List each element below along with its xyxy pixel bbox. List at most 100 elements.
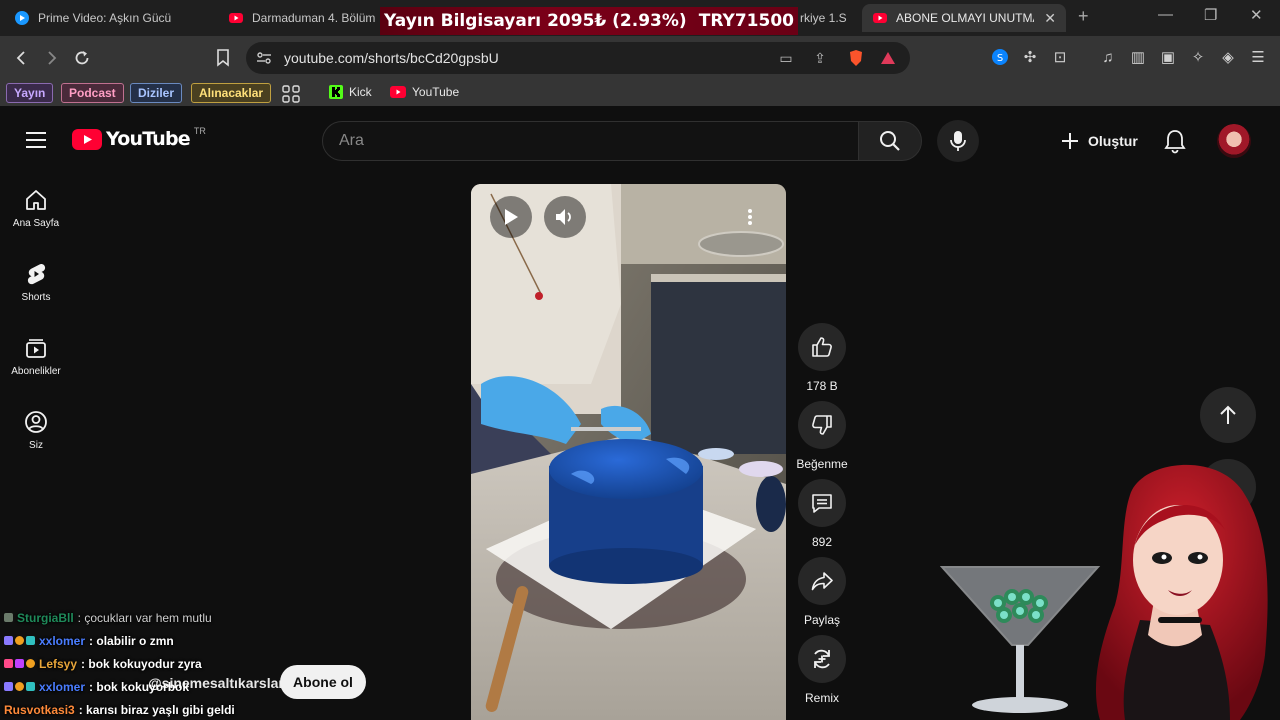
tab-title: Darmaduman 4. Bölüm	[252, 11, 376, 25]
dislike-action[interactable]: Beğenme	[796, 401, 848, 471]
more-vert-icon	[748, 209, 752, 225]
prime-video-icon	[15, 11, 29, 25]
remix-button[interactable]	[798, 635, 846, 683]
close-tab-icon[interactable]: ✕	[1044, 10, 1056, 27]
sidebar-icon[interactable]: ▥	[1128, 47, 1148, 67]
chat-text: : çocukları var hem mutlu	[77, 610, 212, 625]
tab-prime-video[interactable]: Prime Video: Aşkın Gücü	[4, 4, 218, 32]
youtube-header: YouTube TR Oluştur	[0, 112, 1280, 168]
rail-item-you[interactable]: Siz	[0, 410, 72, 451]
play-button[interactable]	[490, 196, 532, 238]
live-chat-overlay: SturgiaBll : çocukları var hem mutlu xxl…	[4, 606, 424, 720]
back-icon[interactable]	[11, 47, 33, 69]
bookmarks-bar: Yayın Podcast Diziler Alınacaklar Kick Y…	[0, 80, 1280, 106]
comments-action[interactable]: 892	[796, 479, 848, 549]
wallet-icon[interactable]: ▣	[1158, 47, 1178, 67]
tab-turkiye[interactable]: rkiye 1.S	[790, 4, 862, 32]
remix-action[interactable]: Remix	[796, 635, 848, 705]
apps-grid-icon[interactable]	[282, 85, 300, 103]
brave-shields-icon[interactable]	[846, 48, 866, 68]
extensions-icon[interactable]: ✣	[1020, 47, 1040, 67]
youtube-icon	[873, 13, 887, 23]
cast-icon[interactable]: ▭	[776, 48, 796, 68]
subscriptions-icon	[26, 339, 46, 358]
media-icon[interactable]: ♫	[1098, 47, 1118, 67]
shazam-extension-icon[interactable]: S	[990, 47, 1010, 67]
rail-item-subscriptions[interactable]: Abonelikler	[0, 336, 72, 377]
play-icon	[505, 209, 518, 225]
chat-badges	[4, 636, 35, 645]
chat-username[interactable]: SturgiaBll	[17, 611, 74, 625]
rail-item-home[interactable]: Ana Sayfa	[0, 188, 72, 229]
svg-text:S: S	[997, 53, 1003, 64]
bookmark-icon[interactable]	[212, 47, 234, 69]
bookmark-yayin[interactable]: Yayın	[6, 83, 54, 103]
restore-icon[interactable]: ❐	[1204, 6, 1217, 24]
previous-short-button[interactable]	[1200, 387, 1256, 443]
share-icon	[811, 572, 833, 591]
share-page-icon[interactable]: ⇪	[810, 48, 830, 68]
subscribe-button[interactable]: Abone ol	[280, 665, 366, 699]
like-action[interactable]: 178 B	[796, 323, 848, 393]
new-tab-button[interactable]: +	[1078, 6, 1089, 27]
voice-search-button[interactable]	[937, 120, 979, 162]
bookmark-diziler[interactable]: Diziler	[130, 83, 183, 103]
chat-text: : bok kokuyodur zyra	[81, 656, 202, 671]
leo-ai-icon[interactable]: ✧	[1188, 47, 1208, 67]
banner-goal: TRY71500	[698, 11, 794, 31]
bookmark-podcast[interactable]: Podcast	[61, 83, 124, 103]
address-bar[interactable]: youtube.com/shorts/bcCd20gpsbU ▭ ⇪	[246, 42, 910, 74]
guide-menu-icon[interactable]	[26, 132, 46, 148]
chat-username[interactable]: xxlomer	[39, 680, 85, 694]
chat-username[interactable]: Lefsyy	[39, 657, 77, 671]
bookmark-kick[interactable]: Kick	[329, 85, 372, 99]
chat-username[interactable]: xxlomer	[39, 634, 85, 648]
banner-title: Yayın Bilgisayarı	[384, 11, 542, 31]
tab-darmaduman[interactable]: Darmaduman 4. Bölüm	[218, 4, 384, 32]
remix-icon	[814, 649, 830, 669]
search-button[interactable]	[858, 121, 922, 161]
short-video-player[interactable]	[471, 184, 786, 720]
microphone-icon	[950, 131, 966, 151]
plus-icon	[1062, 133, 1078, 149]
screenshot-icon[interactable]: ⊡	[1050, 47, 1070, 67]
mute-button[interactable]	[544, 196, 586, 238]
search-icon	[880, 131, 900, 151]
vpn-icon[interactable]: ◈	[1218, 47, 1238, 67]
bookmark-youtube[interactable]: YouTube	[390, 85, 459, 99]
martini-glass-icon	[940, 566, 1101, 713]
create-button[interactable]: Oluştur	[1050, 122, 1148, 160]
chat-badges	[4, 659, 35, 668]
close-window-icon[interactable]: ✕	[1250, 6, 1263, 24]
you-icon	[25, 411, 47, 433]
site-settings-icon[interactable]	[254, 48, 274, 68]
tab-title: Prime Video: Aşkın Gücü	[38, 11, 172, 25]
account-avatar[interactable]	[1217, 124, 1251, 158]
forward-icon[interactable]	[40, 47, 62, 69]
minimize-icon[interactable]: —	[1158, 6, 1173, 23]
chat-message: SturgiaBll : çocukları var hem mutlu	[4, 606, 424, 629]
more-options-button[interactable]	[729, 196, 771, 238]
chat-username[interactable]: Rusvotkasi3	[4, 703, 75, 717]
notifications-bell-icon[interactable]	[1162, 128, 1188, 154]
brave-rewards-icon[interactable]	[878, 48, 898, 68]
rail-item-shorts[interactable]: Shorts	[0, 262, 72, 303]
channel-handle[interactable]: @sinemesaltıkarslan	[148, 675, 287, 691]
reload-icon[interactable]	[71, 47, 93, 69]
search-input-wrapper	[322, 121, 859, 161]
video-frame	[471, 184, 786, 720]
share-action[interactable]: Paylaş	[796, 557, 848, 627]
bookmark-alinacaklar[interactable]: Alınacaklar	[191, 83, 272, 103]
share-button[interactable]	[798, 557, 846, 605]
comments-button[interactable]	[798, 479, 846, 527]
comments-icon	[812, 494, 832, 513]
url-text: youtube.com/shorts/bcCd20gpsbU	[284, 50, 499, 66]
search-input[interactable]	[323, 122, 858, 160]
menu-icon[interactable]: ☰	[1248, 47, 1268, 67]
chat-badges	[4, 682, 35, 691]
like-button[interactable]	[798, 323, 846, 371]
youtube-logo[interactable]: YouTube TR	[72, 126, 206, 150]
like-icon	[812, 337, 832, 357]
dislike-button[interactable]	[798, 401, 846, 449]
tab-abone-olmayi-unutma[interactable]: ABONE OLMAYI UNUTMA ✕	[862, 4, 1066, 32]
